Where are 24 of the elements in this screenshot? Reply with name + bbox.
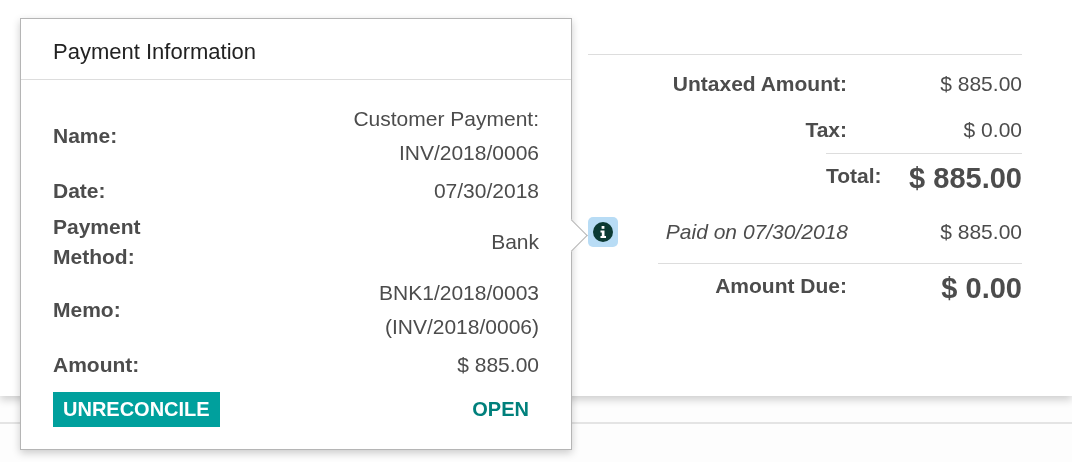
field-value: Customer Payment: INV/2018/0006 (352, 106, 539, 166)
unreconcile-button[interactable]: UNRECONCILE (53, 392, 220, 427)
field-label: Amount: (53, 352, 141, 378)
field-label: Memo: (53, 297, 122, 323)
field-value: $ 885.00 (457, 352, 539, 378)
amount-value: $ 0.00 (962, 118, 1022, 142)
amount-value: $ 885.00 (908, 162, 1022, 195)
total-label: Tax: (805, 118, 847, 142)
total-label: Total: (826, 163, 882, 188)
field-label: Name: (53, 123, 119, 149)
field-label: Payment Method: (53, 214, 142, 270)
total-label: Amount Due: (715, 273, 847, 298)
amount-value: $ 0.00 (940, 272, 1022, 305)
field-value: 07/30/2018 (433, 178, 539, 204)
amount-value: $ 885.00 (939, 220, 1022, 244)
total-label: Untaxed Amount: (672, 72, 847, 96)
amount-value: $ 885.00 (939, 72, 1022, 96)
payment-note: Paid on 07/30/2018 (665, 220, 848, 244)
popover-title: Payment Information (21, 19, 571, 80)
open-link[interactable]: OPEN (472, 392, 529, 427)
field-value: Bank (491, 229, 539, 255)
info-icon[interactable] (588, 217, 618, 247)
field-label: Date: (53, 178, 107, 204)
field-value: BNK1/2018/0003 (INV/2018/0006) (378, 280, 539, 340)
